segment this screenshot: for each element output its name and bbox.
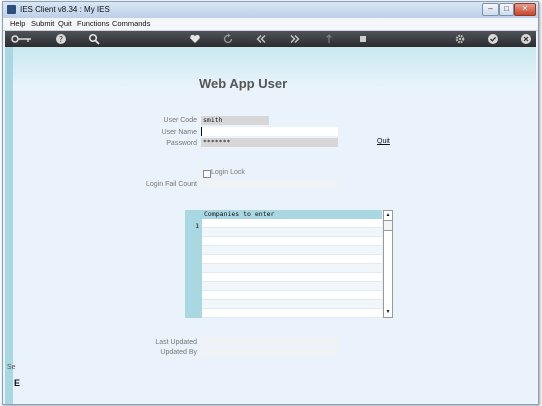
grid-row[interactable] — [202, 228, 382, 237]
key-icon[interactable] — [11, 33, 33, 45]
help-icon[interactable]: ? — [55, 33, 67, 45]
menu-quit[interactable]: Quit — [58, 19, 72, 28]
check-icon[interactable] — [487, 33, 499, 45]
grid-row[interactable] — [202, 309, 382, 318]
status-partial-text: Se — [7, 364, 16, 371]
close-window-button[interactable]: ✕ — [514, 3, 536, 16]
left-accent-strip — [5, 47, 13, 404]
settings-icon[interactable] — [454, 33, 466, 45]
menu-help[interactable]: Help — [10, 19, 25, 28]
user-name-label: User Name — [161, 129, 197, 136]
page-title: Web App User — [199, 76, 288, 91]
quit-link[interactable]: Quit — [377, 138, 390, 145]
companies-grid: 1 Companies to enter ▲ ▼ — [185, 210, 394, 318]
password-label: Password — [166, 140, 197, 147]
scroll-thumb[interactable] — [384, 220, 392, 231]
menu-commands[interactable]: Commands — [112, 19, 150, 28]
grid-row-number: 1 — [195, 222, 199, 230]
grid-row[interactable] — [202, 300, 382, 309]
grid-row[interactable] — [202, 246, 382, 255]
grid-row[interactable] — [202, 273, 382, 282]
grid-scrollbar[interactable]: ▲ ▼ — [383, 210, 393, 318]
refresh-icon[interactable] — [222, 33, 234, 45]
svg-text:?: ? — [59, 35, 63, 44]
minimize-button[interactable]: – — [482, 3, 499, 16]
menu-submit[interactable]: Submit — [31, 19, 54, 28]
updated-by-label: Updated By — [160, 349, 197, 356]
user-name-field[interactable] — [201, 127, 338, 136]
grid-row[interactable] — [202, 282, 382, 291]
title-bar: IES Client v8.34 : My IES – □ ✕ — [3, 2, 538, 18]
grid-row[interactable] — [202, 219, 382, 228]
user-code-field[interactable]: smith — [201, 116, 269, 125]
app-icon — [7, 5, 16, 14]
grid-header: Companies to enter — [202, 210, 382, 219]
updated-by-field — [201, 348, 338, 357]
last-updated-label: Last Updated — [155, 339, 197, 346]
user-code-label: User Code — [163, 117, 197, 124]
grid-row[interactable] — [202, 237, 382, 246]
app-window: IES Client v8.34 : My IES – □ ✕ Help Sub… — [2, 1, 539, 405]
grid-row-gutter: 1 — [185, 210, 202, 318]
login-fail-count-field — [201, 179, 338, 188]
password-field[interactable]: ******* — [201, 138, 338, 147]
window-title: IES Client v8.34 : My IES — [20, 5, 110, 14]
grid-rows — [202, 219, 382, 318]
grid-row[interactable] — [202, 264, 382, 273]
scroll-up-icon[interactable]: ▲ — [384, 211, 392, 220]
stop-icon[interactable] — [357, 33, 369, 45]
rewind-icon[interactable] — [255, 33, 267, 45]
fast-forward-icon[interactable] — [289, 33, 301, 45]
scroll-down-icon[interactable]: ▼ — [384, 308, 392, 317]
close-icon[interactable] — [520, 33, 532, 45]
login-lock-checkbox[interactable] — [203, 170, 211, 178]
login-fail-count-label: Login Fail Count — [146, 181, 197, 188]
maximize-button[interactable]: □ — [499, 3, 514, 16]
toolbar: ? — [5, 31, 536, 47]
search-icon[interactable] — [88, 33, 100, 45]
login-lock-label: Login Lock — [211, 169, 245, 176]
grid-row[interactable] — [202, 291, 382, 300]
menu-bar: Help Submit Quit Functions Commands — [3, 18, 538, 31]
heart-icon[interactable] — [189, 33, 201, 45]
upload-icon[interactable] — [323, 33, 335, 45]
grid-row[interactable] — [202, 255, 382, 264]
status-partial-glyph: E — [14, 378, 21, 388]
menu-functions[interactable]: Functions — [77, 19, 110, 28]
last-updated-field — [201, 337, 338, 346]
